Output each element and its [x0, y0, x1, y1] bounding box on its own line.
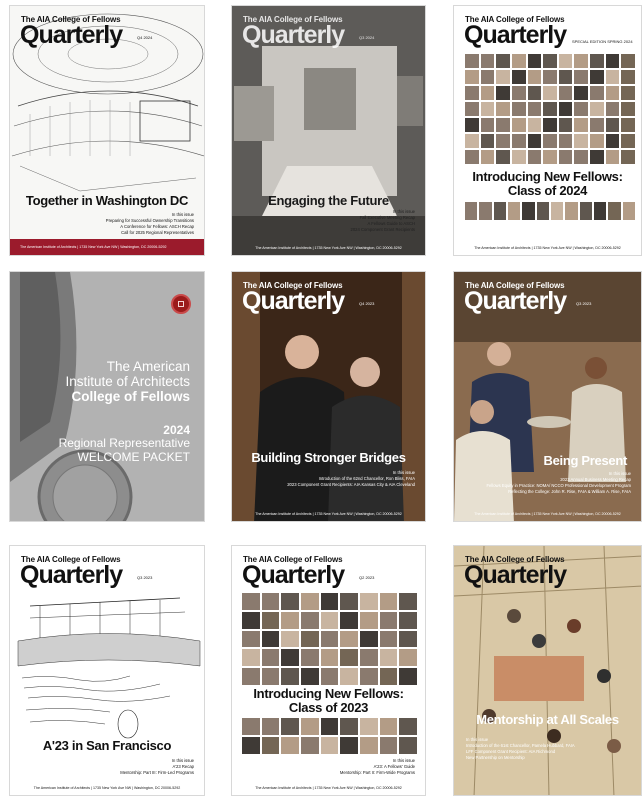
- title-line: The American: [106, 359, 190, 374]
- headline-line: Class of 2023: [288, 700, 369, 716]
- cover-headline: A'23 in San Francisco: [42, 738, 172, 753]
- subtitle-line: Regional Representative: [58, 436, 190, 451]
- welcome-subtitle: 2024 Regional Representative WELCOME PAC…: [58, 423, 190, 464]
- subtitle-line: WELCOME PACKET: [77, 449, 190, 464]
- title-line: College of Fellows: [71, 389, 190, 405]
- cover-q3-2024[interactable]: The AIA College of Fellows Quarterly Q3 …: [231, 5, 426, 256]
- fellows-portrait-strip: [242, 718, 417, 754]
- issue-item: New Partnership on Mentorship: [466, 755, 525, 761]
- issue-label: Q3 2023: [137, 575, 153, 580]
- issue-label: Q3 2023: [576, 301, 592, 306]
- cover-footer: The American Institute of Architects | 1…: [474, 246, 621, 250]
- title-line: Institute of Architects: [65, 374, 190, 390]
- cover-headline: Being Present: [543, 453, 627, 468]
- cover-q2-2023-class-of-2023[interactable]: The AIA College of Fellows Quarterly Q2 …: [231, 545, 426, 796]
- welcome-title: The American Institute of Architects Col…: [65, 359, 190, 404]
- masthead-quarterly: Quarterly: [242, 561, 345, 589]
- cover-q4-2023[interactable]: The AIA College of Fellows Quarterly Q4 …: [231, 271, 426, 522]
- masthead-quarterly: Quarterly: [464, 21, 567, 49]
- cover-footer: The American Institute of Architects | 1…: [255, 246, 402, 250]
- fellows-portrait-grid: [465, 54, 635, 164]
- cover-footer: The American Institute of Architects | 1…: [10, 239, 204, 255]
- headline-line: Introducing New Fellows:: [472, 169, 623, 184]
- cover-mentorship-at-all-scales[interactable]: The AIA College of Fellows Quarterly Men…: [453, 545, 642, 796]
- cover-footer: The American Institute of Architects | 1…: [255, 512, 402, 516]
- masthead-quarterly: Quarterly: [242, 287, 345, 315]
- issue-label: Q4 2023: [359, 301, 375, 306]
- cover-headline: Together in Washington DC: [25, 193, 189, 208]
- cover-footer: The American Institute of Architects | 1…: [255, 786, 402, 790]
- issue-item: Reflecting the College: John R. Rise, FA…: [508, 489, 631, 495]
- issue-label: Q3 2024: [359, 35, 375, 40]
- cover-welcome-packet-2024[interactable]: The American Institute of Architects Col…: [9, 271, 205, 522]
- issue-item: Call for 2025 Regional Representatives: [121, 230, 194, 236]
- issue-label: SPECIAL EDITION SPRING 2024: [572, 39, 633, 44]
- cover-q3-2023-being-present[interactable]: The AIA College of Fellows Quarterly Q3 …: [453, 271, 642, 522]
- masthead-quarterly: Quarterly: [242, 21, 345, 49]
- cover-headline: Building Stronger Bridges: [251, 450, 406, 465]
- cover-headline: Engaging the Future: [268, 193, 389, 208]
- in-this-issue-list: In this issue A'23 Recap Mentorship: Par…: [120, 758, 194, 776]
- cover-footer: The American Institute of Architects | 1…: [33, 786, 181, 790]
- in-this-issue-list: In this issue 2023 Annual Business Meeti…: [486, 471, 631, 495]
- cover-headline: Mentorship at All Scales: [476, 712, 619, 727]
- aia-seal-icon: [171, 294, 191, 314]
- cover-headline: Introducing New Fellows: Class of 2024: [454, 169, 641, 199]
- issue-item: Mentorship: Part III: Firm-Led Programs: [120, 770, 194, 776]
- issue-label: Q4 2024: [137, 35, 153, 40]
- cover-footer: The American Institute of Architects | 1…: [474, 512, 621, 516]
- in-this-issue-list: In this issue Preparing for Successful O…: [106, 212, 194, 236]
- year-line: 2024: [163, 423, 190, 437]
- masthead-quarterly: Quarterly: [464, 561, 567, 589]
- issue-item: 2023 Component Grant Recipients: AIA Kan…: [287, 482, 415, 488]
- masthead-quarterly: Quarterly: [20, 21, 123, 49]
- masthead-quarterly: Quarterly: [20, 561, 123, 589]
- cover-q3-2023-san-francisco[interactable]: The AIA College of Fellows Quarterly Q3 …: [9, 545, 205, 796]
- in-this-issue-list: In this issue Introduction of the 61st C…: [466, 737, 575, 761]
- headline-line: Class of 2024: [507, 183, 588, 199]
- cover-gallery: The AIA College of Fellows Quarterly Q4 …: [0, 0, 642, 796]
- cover-spring-2024-special[interactable]: The AIA College of Fellows Quarterly SPE…: [453, 5, 642, 256]
- issue-label: Q2 2023: [359, 575, 375, 580]
- issue-item: Mentorship: Part II: Firm-Wide Programs: [339, 770, 415, 776]
- in-this-issue-list: In this issue Introduction of the 62nd C…: [287, 470, 415, 488]
- fellows-portrait-strip: [465, 202, 635, 220]
- masthead-quarterly: Quarterly: [464, 287, 567, 315]
- in-this-issue-list: In this issue A'23: A Fellows' Guide Men…: [340, 758, 415, 776]
- cover-q4-2024[interactable]: The AIA College of Fellows Quarterly Q4 …: [9, 5, 205, 256]
- in-this-issue-list: In this issue Fall Executive Meeting Rec…: [351, 209, 415, 233]
- issue-item: 2024 Component Grant Recipients: [350, 227, 415, 233]
- fellows-portrait-grid: [242, 593, 417, 685]
- cover-headline: Introducing New Fellows: Class of 2023: [232, 686, 425, 716]
- headline-line: Introducing New Fellows:: [253, 686, 404, 701]
